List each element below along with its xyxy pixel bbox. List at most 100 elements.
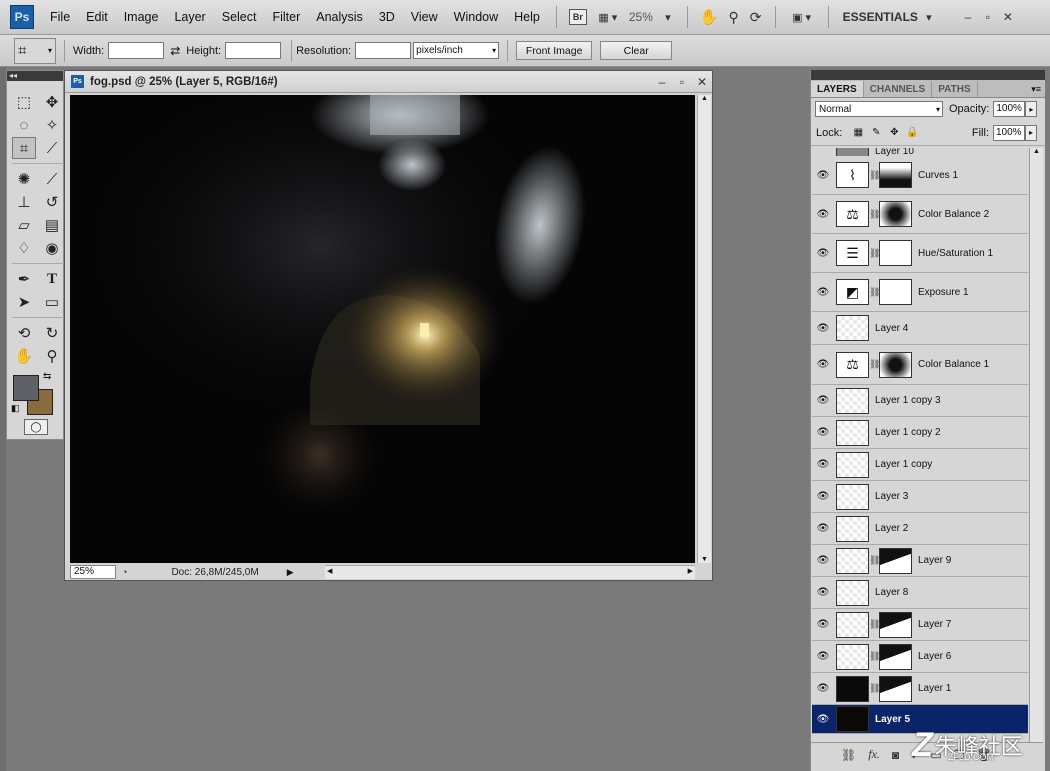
close-icon[interactable]: ✕ xyxy=(998,10,1018,24)
visibility-eye-icon[interactable]: 👁 xyxy=(812,683,834,694)
workspace-switcher[interactable]: ESSENTIALS xyxy=(843,10,918,24)
scroll-down-icon[interactable]: ▼ xyxy=(698,556,711,563)
path-selection-icon[interactable]: ➤ xyxy=(12,291,36,313)
layer-row[interactable]: 👁 Layer 4 xyxy=(812,312,1028,345)
minimize-icon[interactable]: – xyxy=(652,75,672,89)
magic-wand-icon[interactable]: ✧ xyxy=(40,114,64,136)
close-icon[interactable]: ✕ xyxy=(692,75,712,89)
clone-stamp-icon[interactable]: ⊥ xyxy=(12,191,36,213)
horizontal-scrollbar[interactable]: ◀ ▶ xyxy=(325,565,695,579)
menu-analysis[interactable]: Analysis xyxy=(308,10,371,24)
new-layer-icon[interactable]: ❐ xyxy=(954,748,965,762)
lock-all-icon[interactable]: 🔒 xyxy=(906,127,918,139)
layer-row[interactable]: 👁 ⌇ ⛓ Curves 1 xyxy=(812,156,1028,195)
blur-icon[interactable]: ♢ xyxy=(12,237,36,259)
mask-link-icon[interactable]: ⛓ xyxy=(869,209,880,220)
tab-paths[interactable]: PATHS xyxy=(932,81,978,97)
eraser-icon[interactable]: ▱ xyxy=(12,214,36,236)
maximize-icon[interactable]: ▫ xyxy=(672,75,692,89)
blend-mode-select[interactable]: Normal ▾ xyxy=(815,101,943,117)
lock-position-icon[interactable]: ✥ xyxy=(888,127,900,139)
scroll-left-icon[interactable]: ◀ xyxy=(327,567,332,575)
front-image-button[interactable]: Front Image xyxy=(516,41,593,60)
layer-row[interactable]: 👁 ⛓ Layer 7 xyxy=(812,609,1028,641)
mask-link-icon[interactable]: ⛓ xyxy=(869,287,880,298)
width-input[interactable] xyxy=(108,42,165,59)
height-input[interactable] xyxy=(225,42,282,59)
document-title-bar[interactable]: Ps fog.psd @ 25% (Layer 5, RGB/16#) – ▫ … xyxy=(65,71,712,93)
menu-image[interactable]: Image xyxy=(116,10,167,24)
visibility-eye-icon[interactable]: 👁 xyxy=(812,170,834,181)
visibility-eye-icon[interactable]: 👁 xyxy=(812,491,834,502)
scroll-right-icon[interactable]: ▶ xyxy=(688,567,693,575)
clear-button[interactable]: Clear xyxy=(600,41,673,60)
layer-row[interactable]: 👁 Layer 1 copy 2 xyxy=(812,417,1028,449)
minimize-icon[interactable]: – xyxy=(958,10,978,24)
type-icon[interactable]: T xyxy=(40,268,64,290)
visibility-eye-icon[interactable]: 👁 xyxy=(812,395,834,406)
dodge-icon[interactable]: ◉ xyxy=(40,237,64,259)
panel-menu-icon[interactable]: ▾≡ xyxy=(1031,84,1045,97)
mask-link-icon[interactable]: ⛓ xyxy=(869,555,880,566)
zoom-dropdown-icon[interactable]: ▾ xyxy=(657,6,679,28)
layer-mask-thumbnail[interactable] xyxy=(879,201,912,227)
eyedropper-icon[interactable]: ⟋ xyxy=(40,137,64,159)
tab-layers[interactable]: LAYERS xyxy=(811,81,864,97)
visibility-eye-icon[interactable]: 👁 xyxy=(812,209,834,220)
menu-edit[interactable]: Edit xyxy=(78,10,116,24)
layer-row[interactable]: 👁 ⛓ Layer 1 xyxy=(812,673,1028,705)
mask-link-icon[interactable]: ⛓ xyxy=(869,619,880,630)
visibility-eye-icon[interactable]: 👁 xyxy=(812,714,834,725)
collapse-icon[interactable]: ◂◂ xyxy=(7,71,63,81)
status-arrow-icon[interactable]: ▶ xyxy=(287,567,294,578)
layer-mask-thumbnail[interactable] xyxy=(879,675,912,702)
swap-colors-icon[interactable]: ⇆ xyxy=(43,371,51,382)
visibility-eye-icon[interactable]: 👁 xyxy=(812,427,834,438)
crop-tool-icon[interactable]: ⌗ xyxy=(12,137,36,159)
default-colors-icon[interactable]: ◧ xyxy=(11,403,20,414)
mask-link-icon[interactable]: ⛓ xyxy=(869,651,880,662)
fill-arrow-icon[interactable]: ▸ xyxy=(1025,124,1037,141)
layer-mask-thumbnail[interactable] xyxy=(879,162,912,188)
opacity-input[interactable]: 100% xyxy=(993,101,1026,117)
layer-row[interactable]: 👁 ☰ ⛓ Hue/Saturation 1 xyxy=(812,234,1028,273)
quick-mask-button[interactable]: ◯ xyxy=(24,419,48,435)
layer-mask-thumbnail[interactable] xyxy=(879,351,912,378)
arrange-documents-button[interactable]: ▣ ▾ xyxy=(784,6,820,28)
layer-mask-thumbnail[interactable] xyxy=(879,643,912,670)
lock-transparency-icon[interactable]: ▦ xyxy=(852,127,864,139)
zoom-tool-icon[interactable]: ⚲ xyxy=(40,345,64,367)
rectangle-shape-icon[interactable]: ▭ xyxy=(40,291,64,313)
layer-row[interactable]: 👁 Layer 2 xyxy=(812,513,1028,545)
move-icon[interactable]: ✥ xyxy=(40,91,64,113)
layer-row[interactable]: 👁 Layer 3 xyxy=(812,481,1028,513)
visibility-eye-icon[interactable]: 👁 xyxy=(812,619,834,630)
delete-layer-icon[interactable]: 🗑 xyxy=(977,748,992,762)
status-menu-icon[interactable]: ◔ xyxy=(122,567,127,577)
layers-scrollbar[interactable]: ▲ xyxy=(1029,148,1043,742)
resolution-units-select[interactable]: pixels/inch ▾ xyxy=(413,42,500,59)
image-canvas[interactable] xyxy=(70,95,695,563)
menu-file[interactable]: File xyxy=(42,10,78,24)
menu-3d[interactable]: 3D xyxy=(371,10,403,24)
layer-row[interactable]: 👁 ⚖ ⛓ Color Balance 1 xyxy=(812,345,1028,385)
history-brush-icon[interactable]: ↺ xyxy=(40,191,64,213)
link-layers-icon[interactable]: ⛓ xyxy=(841,748,856,762)
adjustment-layer-icon[interactable]: ◐ xyxy=(911,748,918,762)
layer-mask-thumbnail[interactable] xyxy=(879,547,912,574)
mask-link-icon[interactable]: ⛓ xyxy=(869,170,880,181)
visibility-eye-icon[interactable]: 👁 xyxy=(812,555,834,566)
scroll-up-icon[interactable]: ▲ xyxy=(698,95,711,102)
menu-help[interactable]: Help xyxy=(506,10,548,24)
layer-row[interactable]: 👁 ⛓ Layer 9 xyxy=(812,545,1028,577)
visibility-eye-icon[interactable]: 👁 xyxy=(812,287,834,298)
layer-row[interactable]: 👁 Layer 5 xyxy=(812,705,1028,734)
screen-mode-button[interactable]: ▦ ▾ xyxy=(591,6,625,28)
layer-row[interactable]: 👁 ⛓ Layer 6 xyxy=(812,641,1028,673)
3d-rotate-icon[interactable]: ⟲ xyxy=(12,322,36,344)
new-group-icon[interactable]: ▭ xyxy=(930,748,941,762)
vertical-scrollbar[interactable]: ▲ ▼ xyxy=(697,95,711,563)
healing-brush-icon[interactable]: ✺ xyxy=(12,168,36,190)
add-mask-icon[interactable]: ◙ xyxy=(892,748,899,762)
mask-link-icon[interactable]: ⛓ xyxy=(869,248,880,259)
